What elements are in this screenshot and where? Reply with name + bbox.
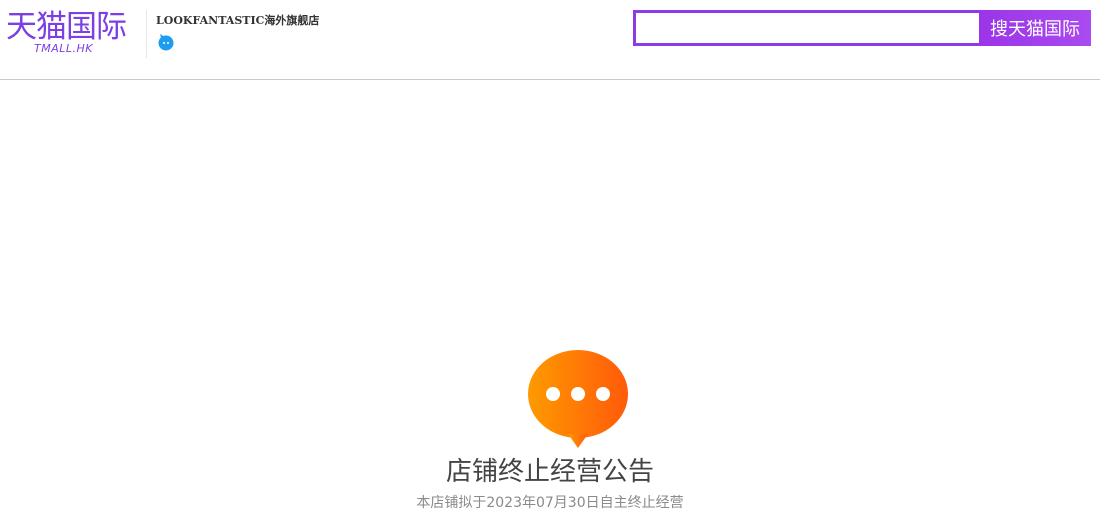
header-divider [146,10,147,58]
chat-bubble-icon [526,350,630,450]
logo-sub-text: TMALL.HK [34,42,93,55]
wangwang-chat-icon[interactable] [157,33,175,51]
logo-main-text: 天猫国际 [6,9,127,45]
search-input[interactable] [636,13,979,43]
tmall-global-logo[interactable]: 天猫国际 TMALL.HK [6,10,130,58]
notice-title: 店铺终止经营公告 [445,457,654,487]
shop-name-link[interactable]: LOOKFANTASTIC海外旗舰店 [156,12,319,28]
search-button[interactable]: 搜天猫国际 [979,10,1091,46]
store-header: 天猫国际 TMALL.HK LOOKFANTASTIC海外旗舰店 搜天猫国际 [0,0,1100,80]
notice-message: 本店铺拟于2023年07月30日自主终止经营 [416,495,684,511]
search-box [633,10,979,46]
